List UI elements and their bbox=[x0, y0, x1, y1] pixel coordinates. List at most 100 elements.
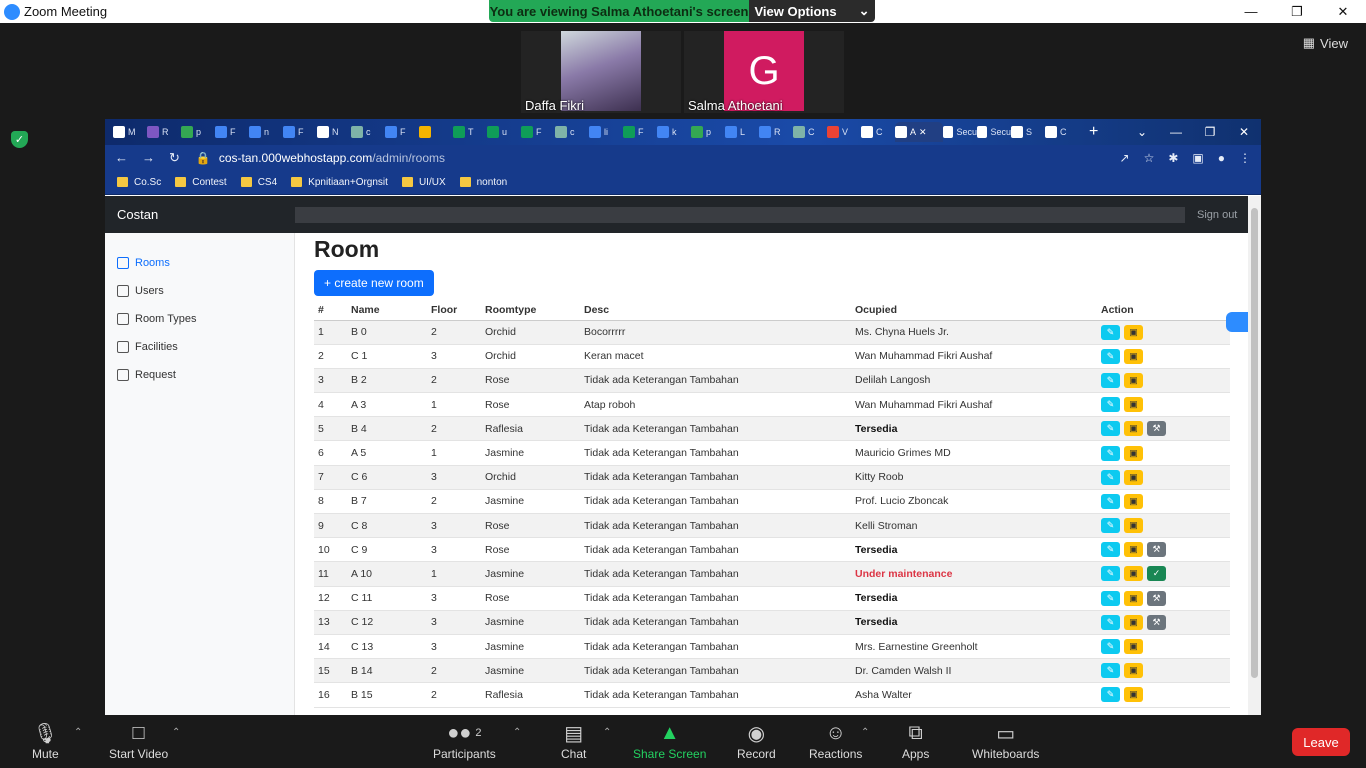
share-screen-button[interactable]: ▲ Share Screen bbox=[633, 719, 706, 762]
image-icon[interactable]: ▣ bbox=[1124, 445, 1143, 461]
edit-icon[interactable]: ✎ bbox=[1101, 445, 1120, 461]
browser-tab[interactable]: k bbox=[657, 122, 691, 142]
participants-button[interactable]: ●● 2 Participants bbox=[433, 719, 496, 762]
edit-icon[interactable]: ✎ bbox=[1101, 348, 1120, 364]
edit-icon[interactable]: ✎ bbox=[1101, 372, 1120, 388]
close-icon[interactable]: ✕ bbox=[1227, 119, 1261, 145]
create-room-button[interactable]: + create new room bbox=[314, 270, 434, 296]
image-icon[interactable]: ▣ bbox=[1124, 348, 1143, 364]
chevron-up-icon[interactable]: ⌃ bbox=[74, 727, 82, 738]
browser-tab[interactable]: R bbox=[147, 122, 181, 142]
image-icon[interactable]: ▣ bbox=[1124, 397, 1143, 413]
browser-tab[interactable]: S bbox=[1011, 122, 1045, 142]
profile-icon[interactable]: ● bbox=[1218, 151, 1225, 165]
participant-thumb[interactable]: G Salma Athoetani bbox=[684, 31, 844, 113]
sign-out-link[interactable]: Sign out bbox=[1197, 209, 1237, 221]
whiteboards-button[interactable]: ▭ Whiteboards bbox=[972, 719, 1039, 762]
leave-button[interactable]: Leave bbox=[1292, 728, 1350, 756]
navbar-search[interactable] bbox=[295, 206, 1185, 223]
edit-icon[interactable]: ✎ bbox=[1101, 542, 1120, 558]
image-icon[interactable]: ▣ bbox=[1124, 518, 1143, 534]
bookmark-folder[interactable]: CS4 bbox=[240, 177, 277, 188]
image-icon[interactable]: ▣ bbox=[1124, 614, 1143, 630]
edit-icon[interactable]: ✎ bbox=[1101, 663, 1120, 679]
page-scrollbar[interactable] bbox=[1248, 196, 1261, 715]
browser-tab[interactable]: F bbox=[283, 122, 317, 142]
browser-tab[interactable]: Secu bbox=[943, 122, 977, 142]
record-button[interactable]: ◉ Record bbox=[737, 719, 776, 762]
browser-tab[interactable]: p bbox=[691, 122, 725, 142]
wrench-icon[interactable]: ⚒ bbox=[1147, 542, 1166, 558]
browser-tab[interactable]: n bbox=[249, 122, 283, 142]
browser-tab[interactable]: c bbox=[555, 122, 589, 142]
browser-tab[interactable]: C bbox=[861, 122, 895, 142]
back-icon[interactable]: ← bbox=[115, 150, 128, 165]
chevron-up-icon[interactable]: ⌃ bbox=[513, 727, 521, 738]
edit-icon[interactable]: ✎ bbox=[1101, 397, 1120, 413]
bookmark-folder[interactable]: Kpnitiaan+Orgnsit bbox=[291, 177, 388, 188]
wrench-icon[interactable]: ⚒ bbox=[1147, 590, 1166, 606]
sidebar-item-request[interactable]: Request bbox=[105, 361, 294, 389]
minimize-icon[interactable]: — bbox=[1228, 0, 1274, 23]
bookmark-folder[interactable]: UI/UX bbox=[401, 177, 446, 188]
image-icon[interactable]: ▣ bbox=[1124, 542, 1143, 558]
sidebar-item-facilities[interactable]: Facilities bbox=[105, 333, 294, 361]
sidebar-item-rooms[interactable]: Rooms bbox=[105, 249, 294, 277]
sidebar-item-room-types[interactable]: Room Types bbox=[105, 305, 294, 333]
star-icon[interactable]: ☆ bbox=[1144, 151, 1155, 165]
start-video-button[interactable]: □ Start Video bbox=[109, 719, 168, 762]
apps-button[interactable]: ⧉ Apps bbox=[902, 719, 929, 762]
chat-button[interactable]: ▤ Chat bbox=[561, 719, 586, 762]
participant-thumb[interactable]: Daffa Fikri bbox=[521, 31, 681, 113]
edit-icon[interactable]: ✎ bbox=[1101, 493, 1120, 509]
edit-icon[interactable]: ✎ bbox=[1101, 590, 1120, 606]
new-tab-icon[interactable]: + bbox=[1089, 123, 1098, 141]
image-icon[interactable]: ▣ bbox=[1124, 566, 1143, 582]
browser-tab[interactable] bbox=[419, 122, 453, 142]
scroll-thumb[interactable] bbox=[1251, 208, 1258, 678]
browser-tab[interactable]: A ✕ bbox=[895, 122, 943, 142]
image-icon[interactable]: ▣ bbox=[1124, 493, 1143, 509]
tab-search-icon[interactable]: ⌄ bbox=[1125, 119, 1159, 145]
browser-tab[interactable]: V bbox=[827, 122, 861, 142]
share-icon[interactable]: ↗ bbox=[1120, 151, 1130, 165]
chevron-up-icon[interactable]: ⌃ bbox=[603, 727, 611, 738]
image-icon[interactable]: ▣ bbox=[1124, 663, 1143, 679]
browser-tab[interactable]: c bbox=[351, 122, 385, 142]
browser-tab[interactable]: T bbox=[453, 122, 487, 142]
minimize-icon[interactable]: — bbox=[1159, 119, 1193, 145]
browser-tab[interactable]: R bbox=[759, 122, 793, 142]
browser-tab[interactable]: p bbox=[181, 122, 215, 142]
sidebar-item-users[interactable]: Users bbox=[105, 277, 294, 305]
forward-icon[interactable]: → bbox=[142, 150, 155, 165]
browser-tab[interactable]: N bbox=[317, 122, 351, 142]
edit-icon[interactable]: ✎ bbox=[1101, 324, 1120, 340]
reactions-button[interactable]: ☺ Reactions bbox=[809, 719, 862, 762]
edit-icon[interactable]: ✎ bbox=[1101, 518, 1120, 534]
image-icon[interactable]: ▣ bbox=[1124, 324, 1143, 340]
floating-widget-icon[interactable] bbox=[1226, 312, 1248, 332]
shield-check-icon[interactable]: ✓ bbox=[11, 131, 28, 148]
browser-tab[interactable]: Secu bbox=[977, 122, 1011, 142]
browser-tab[interactable]: F bbox=[623, 122, 657, 142]
bookmark-folder[interactable]: Co.Sc bbox=[117, 177, 161, 188]
image-icon[interactable]: ▣ bbox=[1124, 590, 1143, 606]
browser-tab[interactable]: L bbox=[725, 122, 759, 142]
mute-button[interactable]: 🎙 Mute bbox=[32, 719, 59, 762]
browser-tab[interactable]: C bbox=[793, 122, 827, 142]
sidepanel-icon[interactable]: ▣ bbox=[1192, 151, 1203, 165]
check-square-icon[interactable]: ✓ bbox=[1147, 566, 1166, 582]
edit-icon[interactable]: ✎ bbox=[1101, 469, 1120, 485]
brand[interactable]: Costan bbox=[105, 207, 295, 222]
url-field[interactable]: 🔒 cos-tan.000webhostapp.com/admin/rooms bbox=[196, 148, 1106, 168]
browser-tab[interactable]: F bbox=[521, 122, 555, 142]
restore-icon[interactable]: ❐ bbox=[1274, 0, 1320, 23]
wrench-icon[interactable]: ⚒ bbox=[1147, 421, 1166, 437]
extensions-icon[interactable]: ✱ bbox=[1168, 151, 1178, 165]
browser-tab[interactable]: li bbox=[589, 122, 623, 142]
image-icon[interactable]: ▣ bbox=[1124, 421, 1143, 437]
wrench-icon[interactable]: ⚒ bbox=[1147, 614, 1166, 630]
restore-icon[interactable]: ❐ bbox=[1193, 119, 1227, 145]
close-icon[interactable]: ✕ bbox=[1320, 0, 1366, 23]
image-icon[interactable]: ▣ bbox=[1124, 372, 1143, 388]
